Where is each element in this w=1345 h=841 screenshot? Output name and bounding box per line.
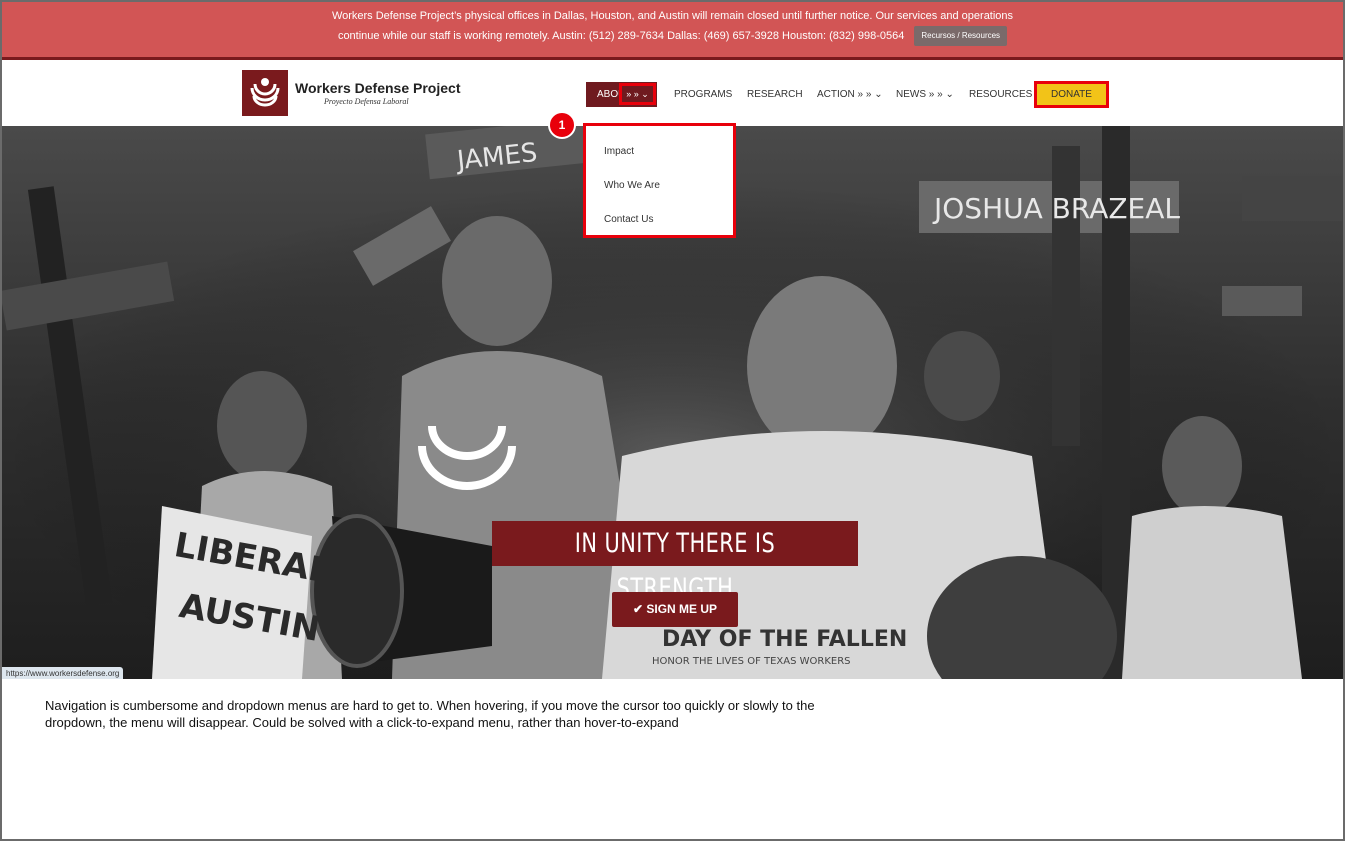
dropdown-item-impact[interactable]: Impact [604, 146, 634, 157]
logo-title[interactable]: Workers Defense Project [295, 80, 460, 96]
notice-line-2: continue while our staff is working remo… [337, 30, 905, 42]
sign-me-up-button[interactable]: ✔ SIGN ME UP [612, 592, 738, 627]
resources-button[interactable]: Recursos / Resources [914, 26, 1008, 46]
hero-headline: IN UNITY THERE IS STRENGTH [492, 521, 858, 604]
site-header: Workers Defense Project Proyecto Defensa… [2, 60, 1343, 126]
about-dropdown-menu: Impact Who We Are Contact Us [583, 123, 736, 238]
nav-news[interactable]: NEWS » » ⌄ [896, 82, 954, 107]
nav-resources[interactable]: RESOURCES [969, 82, 1032, 107]
status-bar-url: https://www.workersdefense.org [2, 667, 124, 679]
nav-programs[interactable]: PROGRAMS [674, 82, 732, 107]
annotation-caption: Navigation is cumbersome and dropdown me… [45, 698, 815, 730]
check-icon: ✔ [632, 602, 644, 616]
nav-action[interactable]: ACTION » » ⌄ [817, 82, 883, 107]
annotation-badge: 1 [548, 111, 576, 139]
nav-research[interactable]: RESEARCH [747, 82, 803, 107]
donate-button[interactable]: DONATE [1034, 81, 1109, 108]
sign-me-up-label: SIGN ME UP [646, 602, 718, 616]
notice-line-2-row: continue while our staff is working remo… [337, 26, 1008, 46]
notice-line-1: Workers Defense Project’s physical offic… [331, 10, 1014, 22]
photo-shirt-subtext: HONOR THE LIVES OF TEXAS WORKERS [652, 656, 851, 667]
page-frame: Workers Defense Project’s physical offic… [2, 2, 1343, 839]
notice-bar: Workers Defense Project’s physical offic… [2, 2, 1343, 57]
dropdown-item-contact-us[interactable]: Contact Us [604, 214, 653, 225]
photo-sign-joshua: JOSHUA BRAZEAL [932, 192, 1180, 225]
logo-icon[interactable] [242, 70, 288, 116]
dropdown-item-who-we-are[interactable]: Who We Are [604, 180, 660, 191]
logo-subtitle: Proyecto Defensa Laboral [324, 97, 409, 106]
about-dropdown-toggle[interactable]: » » ⌄ [619, 83, 656, 105]
photo-shirt-text: DAY OF THE FALLEN [662, 627, 907, 652]
